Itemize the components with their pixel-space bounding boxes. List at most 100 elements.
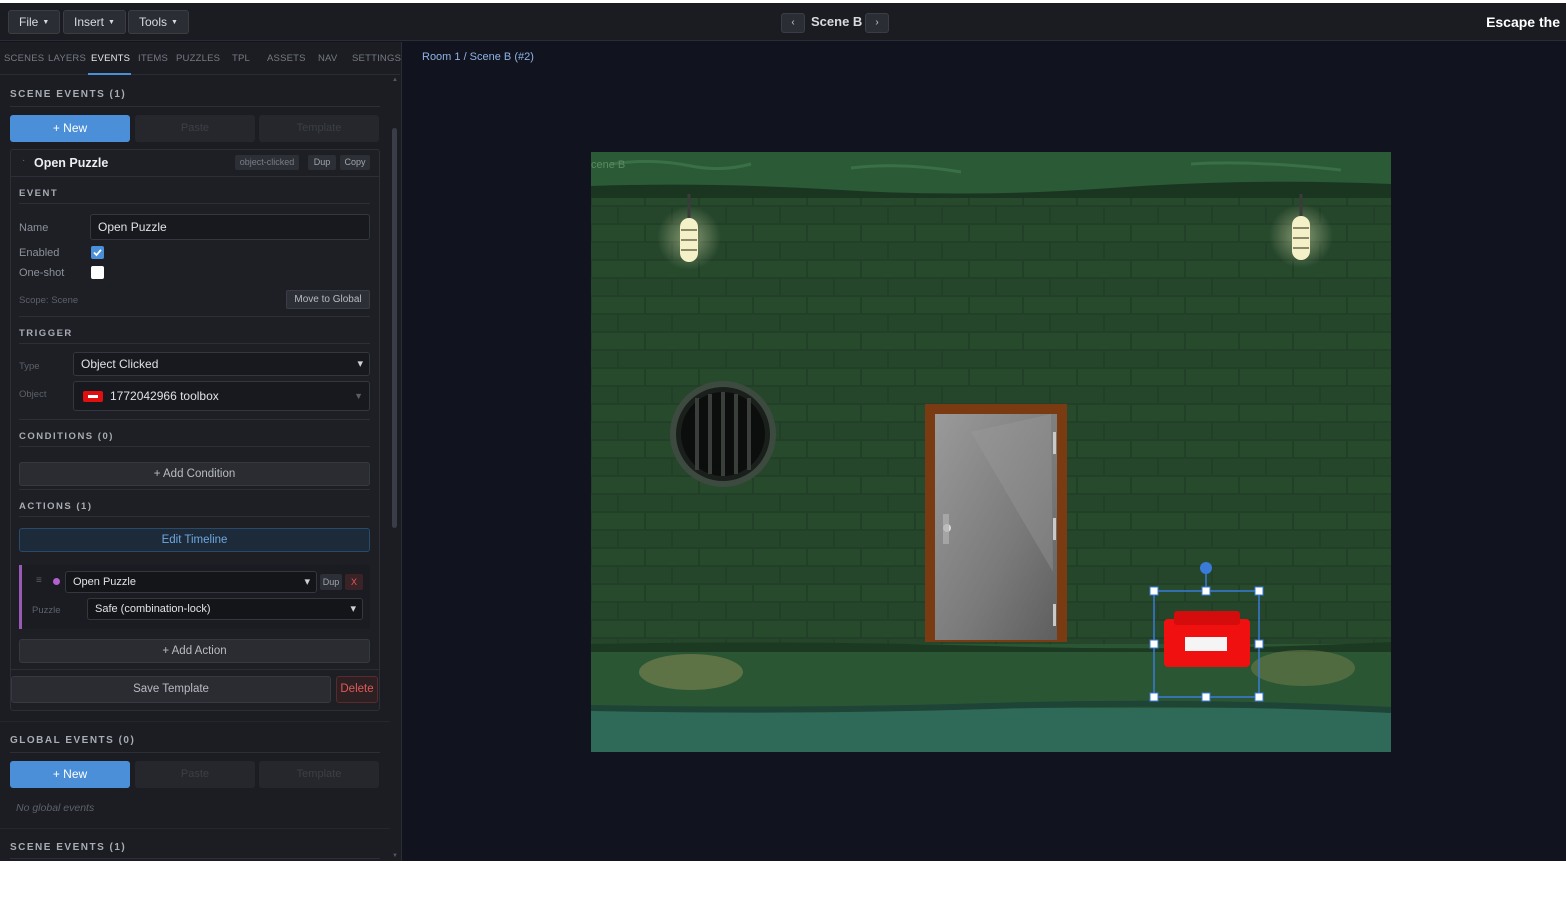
- trigger-object-select[interactable]: 1772042966 toolbox ▼: [73, 381, 370, 411]
- add-condition-button[interactable]: + Add Condition: [19, 462, 370, 486]
- breadcrumb: Room 1 / Scene B (#2): [422, 51, 534, 63]
- no-global-events-text: No global events: [16, 802, 95, 814]
- save-template-button[interactable]: Save Template: [11, 676, 331, 703]
- next-scene-button[interactable]: ›: [865, 13, 889, 33]
- template-scene-event-button[interactable]: Template: [259, 115, 379, 142]
- collapse-icon[interactable]: ·: [22, 155, 25, 166]
- tools-menu-label: Tools: [139, 15, 168, 29]
- divider: [11, 176, 379, 177]
- trigger-type-select[interactable]: Object Clicked ▾: [73, 352, 370, 376]
- divider: [19, 419, 370, 420]
- scope-text: Scope: Scene: [19, 295, 79, 306]
- divider: [19, 343, 370, 344]
- chevron-down-icon: ▾: [304, 576, 310, 588]
- enabled-label: Enabled: [19, 247, 60, 259]
- chevron-down-icon: ▾: [357, 358, 363, 370]
- trigger-section-heading: TRIGGER: [19, 328, 73, 339]
- divider: [19, 203, 370, 204]
- tab-items[interactable]: ITEMS: [138, 53, 168, 64]
- new-global-event-button[interactable]: + New: [10, 761, 130, 788]
- oneshot-checkbox[interactable]: [91, 266, 104, 279]
- divider: [0, 721, 390, 722]
- insert-menu-label: Insert: [74, 15, 105, 29]
- paste-global-event-button[interactable]: Paste: [135, 761, 255, 788]
- edit-timeline-button[interactable]: Edit Timeline: [19, 528, 370, 552]
- dup-action-button[interactable]: Dup: [320, 574, 342, 590]
- active-tab-indicator: [88, 73, 131, 75]
- left-panel: SCENES LAYERS EVENTS ITEMS PUZZLES TPL A…: [0, 42, 402, 861]
- trigger-type-label: Type: [19, 361, 40, 372]
- action-color-dot-icon: [53, 578, 60, 585]
- tab-events[interactable]: EVENTS: [91, 53, 130, 64]
- insert-menu-button[interactable]: Insert ▼: [63, 10, 126, 34]
- editor-app: File ▼ Insert ▼ Tools ▼ ‹ Scene B › Escape …: [0, 3, 1566, 861]
- scene-watermark-text: cene B: [591, 159, 625, 171]
- scene-events-footer-heading: SCENE EVENTS (1): [10, 842, 127, 853]
- divider: [10, 106, 380, 107]
- prev-scene-button[interactable]: ‹: [781, 13, 805, 33]
- chevron-left-icon: ‹: [791, 17, 795, 28]
- tab-tpl[interactable]: TPL: [232, 53, 250, 64]
- template-global-event-button[interactable]: Template: [259, 761, 379, 788]
- toolbox-thumbnail-icon: [83, 391, 103, 402]
- tab-puzzles[interactable]: PUZZLES: [176, 53, 220, 64]
- move-to-global-button[interactable]: Move to Global: [286, 290, 370, 309]
- chevron-down-icon: ▼: [354, 391, 363, 401]
- remove-action-button[interactable]: X: [345, 574, 363, 590]
- chevron-down-icon: ▼: [42, 19, 50, 26]
- event-title[interactable]: Open Puzzle: [34, 156, 108, 170]
- panel-tabs: SCENES LAYERS EVENTS ITEMS PUZZLES TPL A…: [0, 42, 401, 75]
- new-scene-event-button[interactable]: + New: [10, 115, 130, 142]
- tab-settings[interactable]: SETTINGS: [352, 53, 401, 64]
- tools-menu-button[interactable]: Tools ▼: [128, 10, 189, 34]
- scroll-down-icon[interactable]: ▼: [391, 853, 399, 861]
- delete-event-button[interactable]: Delete: [336, 676, 378, 703]
- tab-scenes[interactable]: SCENES: [4, 53, 44, 64]
- global-events-heading: GLOBAL EVENTS (0): [10, 735, 136, 746]
- actions-heading: ACTIONS (1): [19, 501, 93, 512]
- chevron-down-icon: ▾: [350, 603, 356, 615]
- oneshot-label: One-shot: [19, 267, 65, 279]
- puzzle-select[interactable]: Safe (combination-lock) ▾: [87, 598, 363, 620]
- add-action-button[interactable]: + Add Action: [19, 639, 370, 663]
- enabled-checkbox[interactable]: [91, 246, 104, 259]
- action-type-value: Open Puzzle: [73, 576, 136, 588]
- top-bar: File ▼ Insert ▼ Tools ▼ ‹ Scene B › Escape …: [0, 3, 1566, 41]
- trigger-type-value: Object Clicked: [81, 357, 159, 371]
- chevron-right-icon: ›: [875, 17, 879, 28]
- check-icon: [93, 249, 102, 257]
- divider: [19, 489, 370, 490]
- copy-event-button[interactable]: Copy: [340, 155, 370, 170]
- trigger-object-value: 1772042966 toolbox: [110, 389, 219, 403]
- file-menu-button[interactable]: File ▼: [8, 10, 61, 34]
- divider: [19, 316, 370, 317]
- tab-assets[interactable]: ASSETS: [267, 53, 306, 64]
- event-name-input[interactable]: Open Puzzle: [90, 214, 370, 240]
- scene-canvas[interactable]: cene B: [591, 152, 1391, 752]
- divider: [10, 752, 380, 753]
- drag-handle-icon[interactable]: ≡: [36, 575, 42, 586]
- scene-artwork: cene B: [591, 152, 1391, 752]
- puzzle-value: Safe (combination-lock): [95, 603, 211, 615]
- dup-event-button[interactable]: Dup: [308, 155, 336, 170]
- tab-layers[interactable]: LAYERS: [48, 53, 86, 64]
- scene-title: Scene B: [811, 14, 863, 29]
- divider: [11, 669, 379, 670]
- app-title: Escape the: [1486, 14, 1560, 30]
- divider: [10, 858, 380, 859]
- divider: [0, 828, 390, 829]
- puzzle-label: Puzzle: [32, 605, 61, 616]
- scroll-up-icon[interactable]: ▲: [391, 77, 399, 85]
- file-menu-label: File: [19, 15, 39, 29]
- conditions-heading: CONDITIONS (0): [19, 431, 114, 442]
- divider: [19, 446, 370, 447]
- name-label: Name: [19, 222, 49, 234]
- panel-scrollbar[interactable]: [392, 128, 397, 528]
- event-section-heading: EVENT: [19, 188, 59, 199]
- paste-scene-event-button[interactable]: Paste: [135, 115, 255, 142]
- trigger-object-label: Object: [19, 389, 47, 400]
- scene-events-heading: SCENE EVENTS (1): [10, 89, 127, 100]
- action-type-select[interactable]: Open Puzzle ▾: [65, 571, 317, 593]
- tab-nav[interactable]: NAV: [318, 53, 337, 64]
- chevron-down-icon: ▼: [171, 19, 178, 26]
